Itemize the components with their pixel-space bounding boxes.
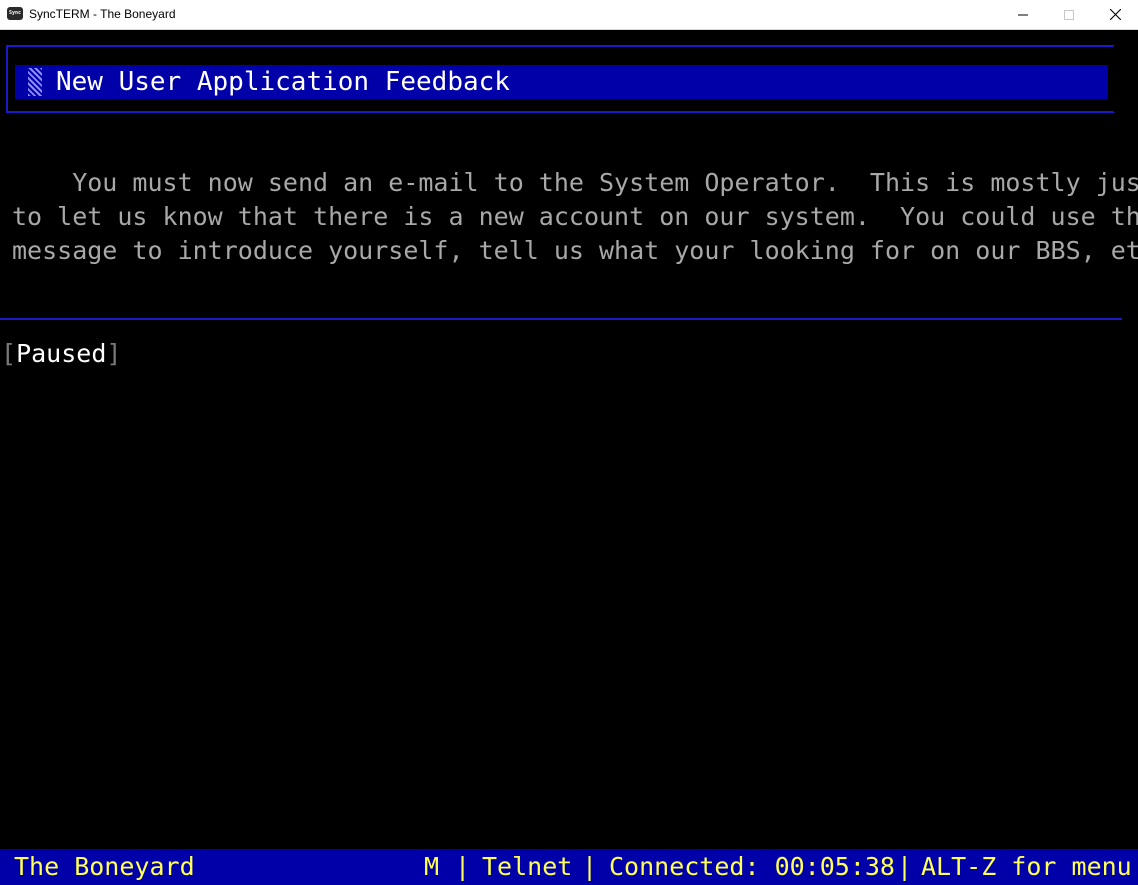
maximize-button[interactable]: [1046, 0, 1092, 29]
status-separator: |: [582, 852, 598, 881]
window-title: SyncTERM - The Boneyard: [29, 7, 176, 21]
syncterm-window: Sync SyncTERM - The Boneyard New User Ap…: [0, 0, 1138, 885]
status-bar: The Boneyard M | Telnet | Connected: 00:…: [0, 849, 1138, 885]
paused-label: Paused: [16, 339, 107, 368]
close-icon: [1109, 9, 1121, 20]
close-button[interactable]: [1092, 0, 1138, 29]
message-line: to let us know that there is a new accou…: [12, 202, 1138, 231]
minimize-icon: [1018, 14, 1028, 15]
syncterm-app-icon: Sync: [7, 7, 23, 20]
title-bar[interactable]: Sync SyncTERM - The Boneyard: [0, 0, 1138, 30]
status-separator: |: [897, 852, 913, 881]
message-line: You must now send an e-mail to the Syste…: [12, 168, 1138, 197]
status-mode: M: [424, 852, 440, 881]
status-protocol: Telnet: [482, 852, 573, 881]
status-separator: |: [455, 852, 471, 881]
paused-open-bracket: [: [1, 339, 17, 368]
page-title: New User Application Feedback: [56, 67, 510, 97]
shade-block-icon: [28, 68, 42, 96]
message-line: message to introduce yourself, tell us w…: [12, 236, 1138, 265]
minimize-button[interactable]: [1000, 0, 1046, 29]
paused-close-bracket: ]: [106, 339, 122, 368]
header-bar: New User Application Feedback: [15, 65, 1108, 99]
maximize-icon: [1064, 9, 1074, 20]
paused-prompt: [Paused]: [1, 337, 121, 371]
message-text: You must now send an e-mail to the Syste…: [12, 166, 1138, 268]
divider: [0, 318, 1122, 320]
status-connected-timer: Connected: 00:05:38: [609, 852, 895, 881]
status-menu-hint: ALT-Z for menu: [921, 852, 1132, 881]
status-site-name: The Boneyard: [14, 852, 195, 881]
terminal-screen[interactable]: New User Application Feedback You must n…: [0, 30, 1138, 885]
